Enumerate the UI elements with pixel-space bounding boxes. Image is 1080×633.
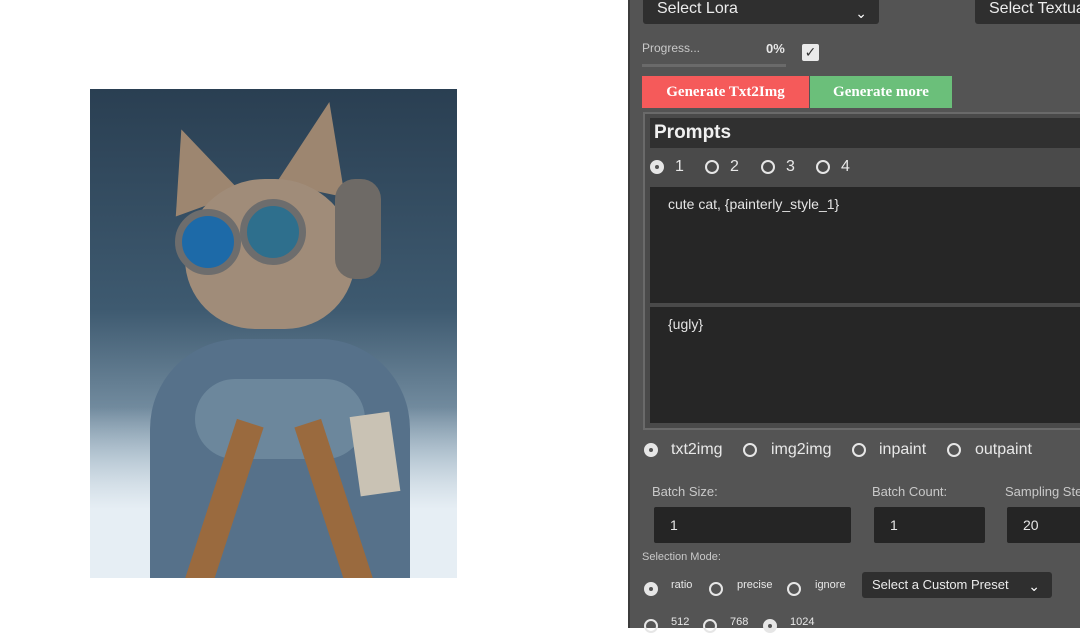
mode-outpaint-radio[interactable] xyxy=(947,443,961,457)
prompts-title: Prompts xyxy=(654,122,732,143)
prompt-tab-3-radio[interactable] xyxy=(761,160,775,174)
prompt-tab-4-label: 4 xyxy=(841,158,850,175)
generate-txt2img-button[interactable]: Generate Txt2Img xyxy=(642,76,809,108)
sampling-steps-input[interactable]: 20 xyxy=(1007,507,1080,543)
mode-outpaint-label: outpaint xyxy=(975,441,1032,458)
size-768-radio[interactable] xyxy=(703,619,717,633)
mode-inpaint-label: inpaint xyxy=(879,441,927,458)
selection-ignore-label: ignore xyxy=(815,579,846,591)
mode-inpaint-radio[interactable] xyxy=(852,443,866,457)
size-1024-radio[interactable] xyxy=(763,619,777,633)
selection-ignore-radio[interactable] xyxy=(787,582,801,596)
batch-count-value: 1 xyxy=(890,517,898,533)
size-768-label: 768 xyxy=(730,616,749,628)
sampling-steps-value: 20 xyxy=(1023,517,1039,533)
selection-mode-label: Selection Mode: xyxy=(642,551,721,563)
mode-txt2img-radio[interactable] xyxy=(644,443,658,457)
prompt-tab-2-radio[interactable] xyxy=(705,160,719,174)
cat-helmet xyxy=(335,179,381,279)
negative-prompt-textarea[interactable]: {ugly} xyxy=(650,307,1080,423)
lora-select[interactable]: Select Lora ⌄ xyxy=(643,0,879,24)
size-512-label: 512 xyxy=(671,616,690,628)
chevron-down-icon: ⌄ xyxy=(1028,578,1040,594)
lora-select-label: Select Lora xyxy=(657,0,738,17)
prompts-header: Prompts xyxy=(650,118,1080,148)
size-512-radio[interactable] xyxy=(644,619,658,633)
generated-image[interactable] xyxy=(90,89,457,578)
goggle-right xyxy=(240,199,306,265)
custom-preset-label: Select a Custom Preset xyxy=(872,577,1009,592)
prompt-tab-1-radio[interactable] xyxy=(650,160,664,174)
generation-panel: Select Lora ⌄ Select Textual Progress...… xyxy=(628,0,1080,633)
progress-label: Progress... xyxy=(642,41,701,55)
selection-precise-radio[interactable] xyxy=(709,582,723,596)
mode-txt2img-label: txt2img xyxy=(671,441,723,458)
positive-prompt-textarea[interactable]: cute cat, {painterly_style_1} xyxy=(650,187,1080,303)
batch-size-label: Batch Size: xyxy=(652,484,718,499)
batch-size-value: 1 xyxy=(670,517,678,533)
textual-select[interactable]: Select Textual xyxy=(975,0,1080,24)
generate-txt2img-label: Generate Txt2Img xyxy=(666,84,785,100)
selection-ratio-label: ratio xyxy=(671,579,693,591)
sampling-steps-label: Sampling Ste xyxy=(1005,484,1080,499)
selection-precise-label: precise xyxy=(737,579,773,591)
prompt-tab-1-label: 1 xyxy=(675,158,684,175)
batch-count-label: Batch Count: xyxy=(872,484,948,499)
generate-more-button[interactable]: Generate more xyxy=(810,76,952,108)
cat-scarf xyxy=(195,379,365,459)
goggle-left xyxy=(175,209,241,275)
prompt-tab-4-radio[interactable] xyxy=(816,160,830,174)
negative-prompt-text: {ugly} xyxy=(668,316,704,332)
size-1024-label: 1024 xyxy=(790,616,815,628)
mode-img2img-label: img2img xyxy=(771,441,832,458)
selection-ratio-radio[interactable] xyxy=(644,582,658,596)
textual-select-label: Select Textual xyxy=(989,0,1080,17)
generate-more-label: Generate more xyxy=(833,84,929,100)
chevron-down-icon: ⌄ xyxy=(855,5,867,21)
positive-prompt-text: cute cat, {painterly_style_1} xyxy=(668,196,840,212)
progress-value: 0% xyxy=(766,41,785,56)
prompt-tab-3-label: 3 xyxy=(786,158,795,175)
batch-size-input[interactable]: 1 xyxy=(654,507,851,543)
progress-checkbox[interactable]: ✓ xyxy=(802,44,819,61)
mode-img2img-radio[interactable] xyxy=(743,443,757,457)
progress-bar xyxy=(642,64,786,67)
batch-count-input[interactable]: 1 xyxy=(874,507,985,543)
prompt-tab-2-label: 2 xyxy=(730,158,739,175)
custom-preset-select[interactable]: Select a Custom Preset ⌄ xyxy=(862,572,1052,598)
